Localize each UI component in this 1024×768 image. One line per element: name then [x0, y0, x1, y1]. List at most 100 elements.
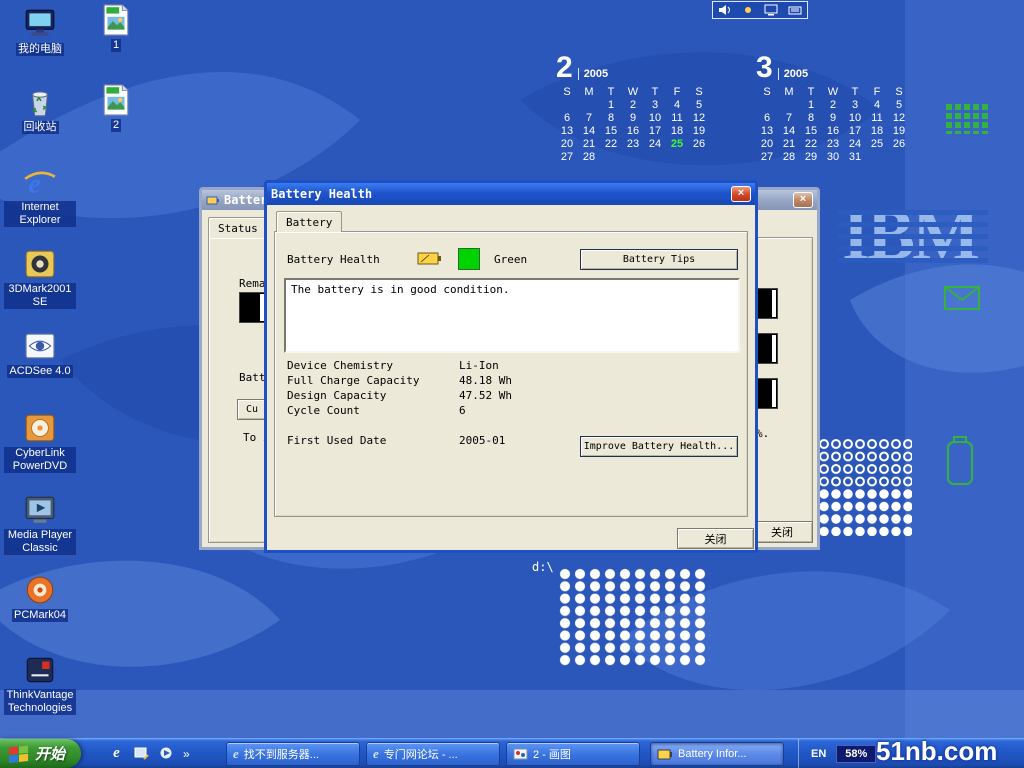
- taskbar-item-label: 找不到服务器...: [244, 746, 319, 762]
- calendar-day-header: F: [666, 86, 688, 99]
- battery-icon: [657, 749, 673, 760]
- 3dmark-icon: [23, 248, 57, 280]
- start-label: 开始: [35, 743, 65, 764]
- show-desktop-icon[interactable]: [133, 745, 150, 762]
- tab-status[interactable]: Status: [208, 217, 268, 238]
- spec-value: Li-Ion: [459, 359, 499, 374]
- ibm-logo: IBM: [842, 198, 1012, 282]
- calendar-day-header: M: [578, 86, 600, 99]
- calendar-date: [600, 151, 622, 164]
- battery-gauge-fragment: [755, 288, 778, 319]
- desktop-icon-internet-explorer[interactable]: e Internet Explorer: [4, 166, 76, 227]
- spec-value: 6: [459, 404, 466, 419]
- customize-button-fragment[interactable]: Cu: [237, 399, 267, 420]
- calendar-date: 17: [644, 125, 666, 138]
- calendar-date: 13: [556, 125, 578, 138]
- spec-label: Full Charge Capacity: [287, 374, 459, 389]
- calendar-day-header: S: [756, 86, 778, 99]
- calendar-date: 11: [866, 112, 888, 125]
- media-player-icon[interactable]: [158, 745, 175, 762]
- taskbar-item-paint[interactable]: 2 - 画图: [506, 742, 640, 766]
- taskbar-item-battery-information[interactable]: Battery Infor...: [650, 742, 784, 766]
- calendar-date: [578, 99, 600, 112]
- tab-battery[interactable]: Battery: [276, 211, 342, 232]
- calendar-date: 22: [800, 138, 822, 151]
- icon-label: Media Player Classic: [4, 529, 76, 555]
- calendar-date: 10: [644, 112, 666, 125]
- calendar-date: 9: [622, 112, 644, 125]
- taskbar-item-browser-2[interactable]: e 专门网论坛 - ...: [366, 742, 500, 766]
- close-icon[interactable]: ×: [731, 186, 751, 202]
- desktop-icon-acdsee[interactable]: ACDSee 4.0: [4, 330, 76, 378]
- calendar-date: 16: [822, 125, 844, 138]
- calendar-date: 23: [822, 138, 844, 151]
- calendar-date: 5: [688, 99, 710, 112]
- improve-battery-health-button[interactable]: Improve Battery Health...: [580, 436, 738, 457]
- keyboard-icon: [788, 4, 802, 16]
- paint-icon: [513, 748, 528, 761]
- calendar-date: 26: [688, 138, 710, 151]
- first-used-date-label: First Used Date: [287, 434, 386, 447]
- battery-tips-button[interactable]: Battery Tips: [580, 249, 738, 270]
- taskbar-item-label: 2 - 画图: [533, 746, 571, 762]
- calendar-day-header: T: [800, 86, 822, 99]
- icon-label: ThinkVantage Technologies: [4, 689, 76, 715]
- calendar-date: 25: [666, 138, 688, 151]
- internet-explorer-icon[interactable]: e: [108, 745, 125, 762]
- health-status-color-swatch: [458, 248, 480, 270]
- calendar-date: 26: [888, 138, 910, 151]
- start-button[interactable]: 开始: [0, 739, 81, 768]
- calendar-month-number: 2: [556, 54, 573, 82]
- calendar-day-header: S: [888, 86, 910, 99]
- first-used-date-value: 2005-01: [459, 434, 505, 447]
- desktop-icon-pcmark04[interactable]: PCMark04: [4, 574, 76, 622]
- taskbar-item-browser-1[interactable]: e 找不到服务器...: [226, 742, 360, 766]
- language-indicator[interactable]: EN: [811, 748, 826, 760]
- desktop-icon-3dmark2001[interactable]: 3DMark2001 SE: [4, 248, 76, 309]
- calendar-year: 2005: [778, 68, 808, 80]
- calendar-date: 18: [666, 125, 688, 138]
- internet-explorer-icon: e: [373, 746, 379, 762]
- battery-gauge-fragment: [755, 378, 778, 409]
- icon-label: ACDSee 4.0: [7, 365, 72, 378]
- calendar-date: 10: [844, 112, 866, 125]
- calendar-date: [644, 151, 666, 164]
- calendar-date: [888, 151, 910, 164]
- acdsee-icon: [23, 330, 57, 362]
- calendar-day-header: T: [844, 86, 866, 99]
- media-player-classic-icon: [23, 494, 57, 526]
- calendar-day-header: T: [644, 86, 666, 99]
- battery-gauge-fragment: [239, 292, 266, 323]
- calendar-date: 27: [756, 151, 778, 164]
- desktop-icon-powerdvd[interactable]: CyberLink PowerDVD: [4, 412, 76, 473]
- calendar-date: 12: [888, 112, 910, 125]
- thinkvantage-icon: [23, 654, 57, 686]
- windows-logo-icon: [8, 744, 30, 764]
- desktop-file-jpg-2[interactable]: 2: [92, 84, 140, 132]
- wallpaper-calendar-march: 3 2005 SMTWTFS 1234567891011121314151617…: [756, 54, 910, 164]
- chevron-right-icon[interactable]: »: [183, 747, 190, 761]
- calendar-date: 1: [800, 99, 822, 112]
- icon-label: 回收站: [22, 121, 59, 134]
- close-button[interactable]: 关闭: [677, 528, 754, 549]
- calendar-date: 3: [844, 99, 866, 112]
- calendar-date: 6: [556, 112, 578, 125]
- desktop-icon-my-computer[interactable]: 我的电脑: [4, 8, 76, 56]
- desktop-icon-media-player-classic[interactable]: Media Player Classic: [4, 494, 76, 555]
- desktop-icon-thinkvantage[interactable]: ThinkVantage Technologies: [4, 654, 76, 715]
- close-button[interactable]: 关闭: [751, 521, 813, 543]
- calendar-date: 19: [888, 125, 910, 138]
- battery-health-titlebar[interactable]: Battery Health ×: [267, 183, 755, 205]
- close-icon[interactable]: ×: [793, 192, 813, 208]
- spec-row: Cycle Count 6: [287, 404, 737, 419]
- halftone-dots-pattern: [558, 568, 710, 666]
- calendar-date: [666, 151, 688, 164]
- condition-textbox[interactable]: The battery is in good condition.: [284, 278, 740, 353]
- battery-percentage-indicator[interactable]: 58%: [836, 745, 876, 763]
- desktop-file-jpg-1[interactable]: 1: [92, 4, 140, 52]
- dialog-title: Battery Health: [271, 187, 731, 201]
- calendar-date: 3: [644, 99, 666, 112]
- calendar-date: 21: [578, 138, 600, 151]
- calendar-date: 24: [844, 138, 866, 151]
- desktop-icon-recycle-bin[interactable]: 回收站: [4, 86, 76, 134]
